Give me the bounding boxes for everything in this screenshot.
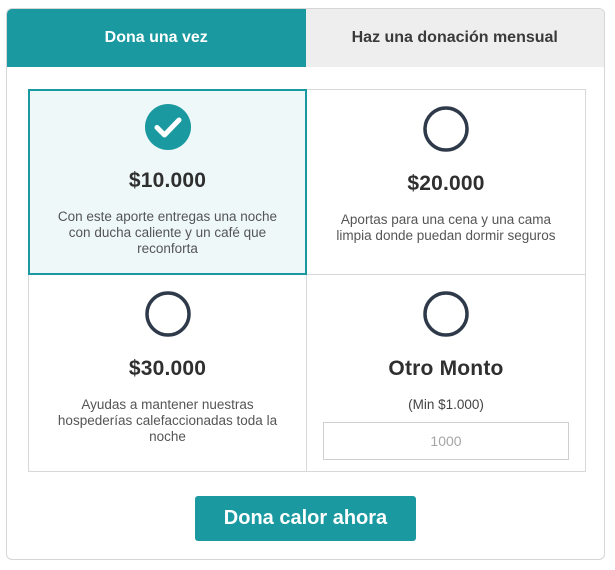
amount-label: $30.000 — [128, 357, 207, 380]
tab-monthly[interactable]: Haz una donación mensual — [305, 9, 604, 67]
amount-description: Ayudas a mantener nuestras hospederías c… — [57, 397, 278, 444]
radio-empty-icon — [423, 106, 469, 152]
other-amount-input[interactable] — [323, 422, 569, 460]
amount-label: $20.000 — [407, 172, 485, 195]
donation-tabs: Dona una vez Haz una donación mensual — [7, 9, 604, 67]
amount-option-10000[interactable]: $10.000 Con este aporte entregas una noc… — [28, 89, 307, 275]
amount-label: $10.000 — [128, 169, 207, 192]
amount-option-other[interactable]: Otro Monto (Min $1.000) — [307, 275, 585, 471]
tab-one-time[interactable]: Dona una vez — [7, 9, 306, 67]
check-circle-icon — [144, 104, 191, 150]
other-amount-min: (Min $1.000) — [408, 397, 484, 412]
radio-empty-icon — [144, 291, 191, 337]
amount-option-20000[interactable]: $20.000 Aportas para una cena y una cama… — [307, 90, 585, 275]
amount-options-grid: $10.000 Con este aporte entregas una noc… — [28, 89, 586, 472]
amount-description: Aportas para una cena y una cama limpia … — [336, 212, 556, 243]
radio-empty-icon — [423, 291, 469, 337]
other-amount-label: Otro Monto — [388, 357, 504, 380]
amount-description: Con este aporte entregas una noche con d… — [57, 209, 278, 256]
amount-option-30000[interactable]: $30.000 Ayudas a mantener nuestras hospe… — [29, 275, 307, 471]
donation-widget: Dona una vez Haz una donación mensual $1… — [6, 8, 605, 560]
donate-button[interactable]: Dona calor ahora — [195, 496, 416, 541]
